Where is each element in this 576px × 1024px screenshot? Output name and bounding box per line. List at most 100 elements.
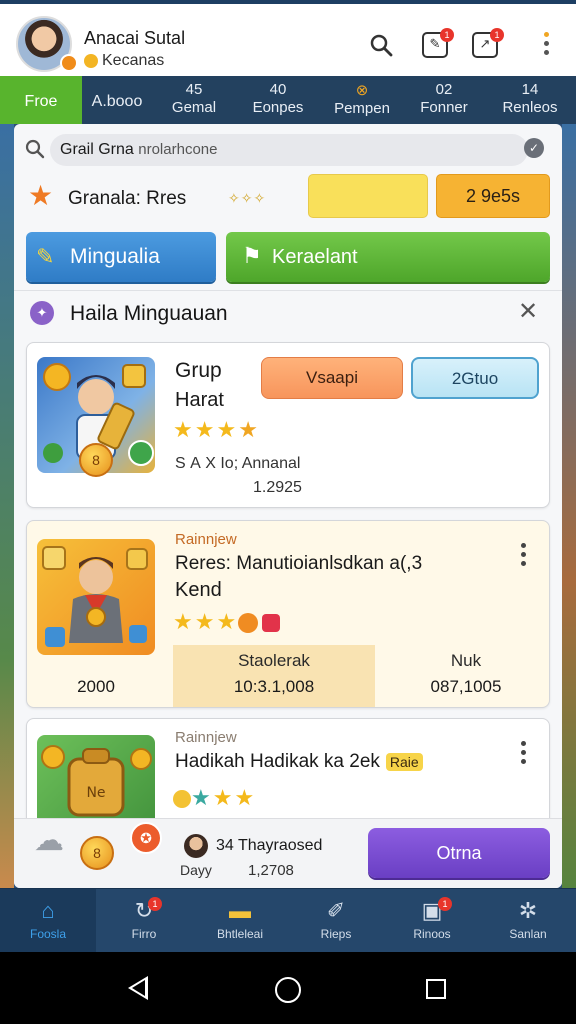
tab-stat-label: Pempen <box>334 100 390 117</box>
vsaapi-button[interactable]: Vsaapi <box>261 357 403 399</box>
list-item[interactable]: Rainnjew Reres: Manutioianlsdkan a(,3 Ke… <box>26 520 550 708</box>
nav-label: Foosla <box>29 927 67 941</box>
target-icon[interactable]: ✪ <box>130 822 162 854</box>
tab-stat-4[interactable]: 02 Fonner <box>404 76 484 124</box>
mingualia-button[interactable]: ✎ Mingualia <box>26 232 216 282</box>
image-icon: ▣ <box>421 898 443 923</box>
edit-badge: 1 <box>490 28 504 42</box>
tab-stat-label: Renleos <box>502 99 558 116</box>
nav-label: Sanlan <box>509 927 547 941</box>
rating-stars: ★★★ <box>173 785 256 811</box>
tab-stat-value: 40 <box>269 81 287 98</box>
badge-value-button[interactable]: 2 9e5s <box>436 174 550 218</box>
tab-stat-value: 14 <box>521 81 539 98</box>
gem-icon <box>262 614 281 633</box>
group-title: Haila Minguauan <box>70 302 228 325</box>
chat-icon[interactable]: ✓ <box>524 138 544 158</box>
tab-stat-value: 45 <box>185 81 203 98</box>
card-overline: Rainnjew <box>175 729 237 746</box>
rating-stars: ★★★★ <box>173 417 260 443</box>
star-icon: ★ <box>194 609 217 634</box>
card-title: Hadikah Hadikak ka 2ek Raie <box>175 751 423 773</box>
card-title: Grup <box>175 359 222 382</box>
home-icon: ⌂ <box>41 898 55 923</box>
tab-stat-label: Eonpes <box>252 99 304 116</box>
background-scene-left <box>0 124 14 888</box>
more-icon[interactable] <box>521 741 527 768</box>
coin-icon <box>173 790 191 809</box>
wrench-icon: ✐ <box>326 898 346 923</box>
otrna-button[interactable]: Otrna <box>368 828 550 878</box>
rating-stars: ★★★ <box>173 609 281 635</box>
nav-item-rinoos[interactable]: ▣ Rinoos 1 <box>384 889 480 953</box>
tab-stat-2[interactable]: 40 Eonpes <box>236 76 320 124</box>
nav-item-bhtleleai[interactable]: ▬ Bhtleleai <box>192 889 288 953</box>
keraelant-label: Keraelant <box>272 246 358 268</box>
close-icon[interactable]: ✕ <box>518 300 538 324</box>
home-circle-icon[interactable] <box>275 977 301 1003</box>
right-value: 087,1005 <box>430 677 502 696</box>
notification-badge: 1 <box>440 28 454 42</box>
tab-free[interactable]: Froe <box>0 76 82 124</box>
profile-subtitle: Kecanas <box>102 52 165 69</box>
more-menu-icon[interactable] <box>544 32 550 59</box>
strip-number: 1,2708 <box>248 862 294 879</box>
coin-icon: 8 <box>80 836 114 870</box>
search-query: Grail Grna <box>60 141 134 158</box>
star-icon: ★ <box>28 180 54 211</box>
section-title: Granala: Rres <box>68 188 187 209</box>
flag-icon: ⚑ <box>242 243 262 268</box>
nav-item-rieps[interactable]: ✐ Rieps <box>288 889 384 953</box>
coin-icon <box>238 613 259 634</box>
more-icon[interactable] <box>521 543 527 570</box>
list-item[interactable]: 8 Grup Harat ★★★★ S A X Io; Annanal 1.29… <box>26 342 550 508</box>
search-input[interactable]: Grail Grna nrolarhcone <box>50 134 528 166</box>
card-subtitle: Harat <box>175 389 224 411</box>
star-icon: ★ <box>173 609 195 634</box>
right-label: Nuk <box>450 651 482 670</box>
keraelant-button[interactable]: ⚑ Keraelant <box>226 232 550 282</box>
nav-label: Rieps <box>320 927 352 941</box>
gtuo-button[interactable]: 2Gtuo <box>411 357 539 399</box>
yellow-action-button[interactable] <box>308 174 428 218</box>
card-meta-number: 1.2925 <box>253 479 302 496</box>
card-title-text: Hadikah Hadikak ka 2ek <box>175 751 380 772</box>
star-icon: ★ <box>238 417 260 442</box>
card-title: Reres: Manutioianlsdkan a(,3 <box>175 553 423 574</box>
list-item[interactable]: Ne Rainnjew Hadikah Hadikak ka 2ek Raie ★… <box>26 718 550 828</box>
nav-label: Firro <box>131 927 157 941</box>
tab-stat-label: Gemal <box>171 99 217 116</box>
nav-item-sanlan[interactable]: ✲ Sanlan <box>480 889 576 953</box>
star-icon: ★ <box>234 785 257 810</box>
gear-icon: ✲ <box>518 898 538 923</box>
tab-stat-1[interactable]: 45 Gemal <box>152 76 236 124</box>
coin-icon <box>84 54 98 68</box>
search-hint: nrolarhcone <box>138 141 218 158</box>
edit-icon[interactable]: ↗ 1 <box>472 28 504 58</box>
tag-badge: Raie <box>385 752 423 771</box>
tab-stat-5[interactable]: 14 Renleos <box>484 76 576 124</box>
card-meta: S A X Io; Annanal <box>175 455 301 472</box>
search-icon[interactable] <box>368 32 394 58</box>
nav-item-home[interactable]: ⌂ Foosla <box>0 889 96 953</box>
left-value: 2000 <box>77 677 115 696</box>
star-icon: ★ <box>212 785 235 810</box>
badge-icon: ✦ <box>30 301 54 325</box>
tab-stat-value: 02 <box>435 81 453 98</box>
tab-book[interactable]: A.booo <box>82 76 152 124</box>
back-icon-inner <box>132 980 145 996</box>
folder-icon: ▬ <box>229 898 251 923</box>
nav-item-firro[interactable]: ↻ Firro 1 <box>96 889 192 953</box>
nav-label: Rinoos <box>413 927 451 941</box>
nav-label: Bhtleleai <box>216 927 264 941</box>
notification-icon[interactable]: ✎ 1 <box>422 28 454 58</box>
recents-icon[interactable] <box>426 979 446 999</box>
search-icon[interactable] <box>24 138 46 160</box>
tab-stat-3[interactable]: ⊗ Pempen <box>320 76 404 124</box>
nav-badge: 1 <box>438 897 452 911</box>
trophy-icon: ⊗ <box>355 82 369 99</box>
star-icon: ★ <box>194 417 217 442</box>
mid-value: 10:3.1,008 <box>233 677 315 696</box>
coin-icon: 8 <box>79 443 113 477</box>
app-header: Anacai Sutal Kecanas ✎ 1 ↗ 1 <box>0 0 576 76</box>
